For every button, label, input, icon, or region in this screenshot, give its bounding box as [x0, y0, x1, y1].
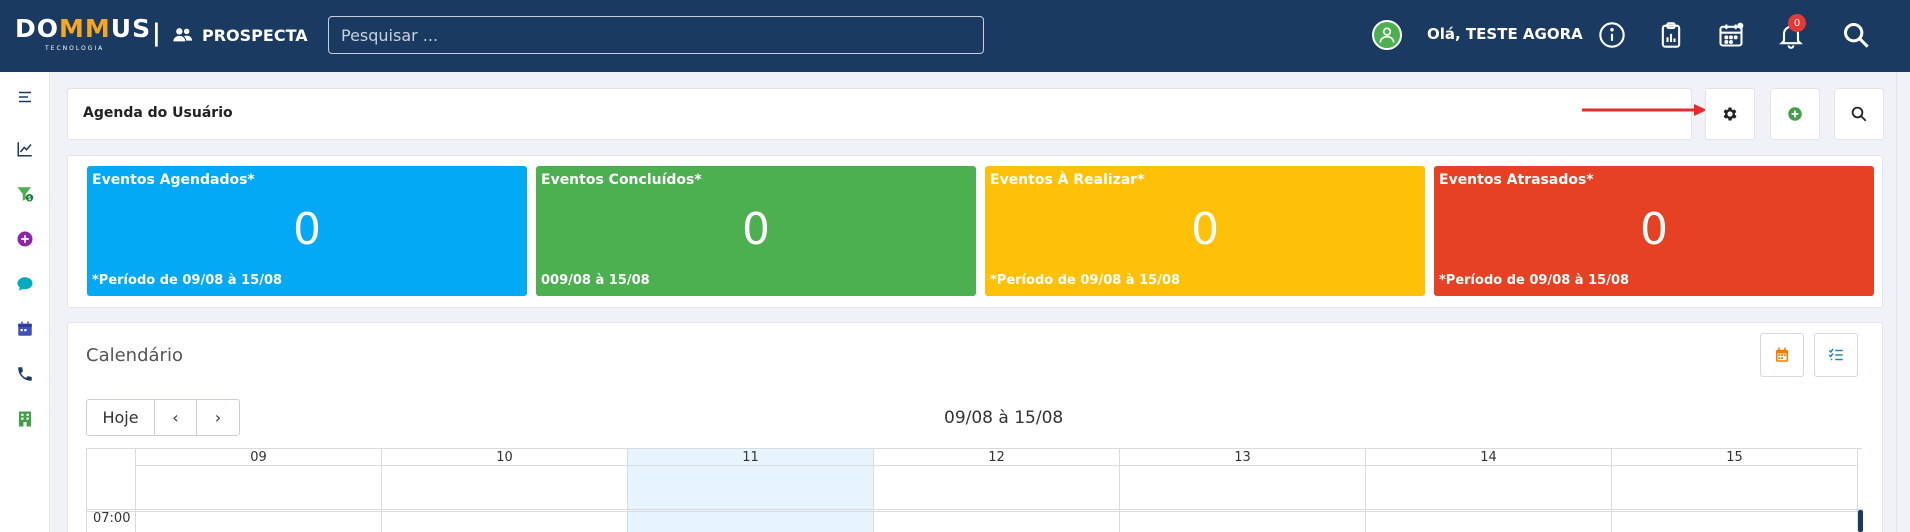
time-label: 07:00 [93, 511, 131, 526]
module-selector[interactable]: PROSPECTA [172, 22, 308, 48]
sidebar: $ [0, 72, 50, 532]
day-column[interactable]: 15 [1612, 449, 1858, 532]
svg-text:$: $ [28, 195, 32, 202]
day-header[interactable]: 15 [1612, 449, 1857, 466]
next-button[interactable]: › [197, 400, 239, 435]
calendar-view-button[interactable] [1760, 333, 1804, 377]
plus-circle-icon[interactable] [14, 228, 36, 250]
page-title: Agenda do Usuário [83, 105, 233, 121]
kpi-title: Eventos Concluídos* [541, 172, 702, 188]
grid-scrollbar[interactable] [1858, 510, 1863, 532]
funnel-dollar-icon[interactable]: $ [14, 183, 36, 205]
logo[interactable]: DOMMUS TECNOLOGIA [15, 14, 150, 54]
calendar-orange-icon [1776, 347, 1788, 362]
kpi-value: 0 [1640, 204, 1668, 255]
kpi-period: 009/08 à 15/08 [541, 273, 650, 288]
kpi-period: *Período de 09/08 à 15/08 [92, 273, 283, 288]
kpi-card-a-realizar[interactable]: Eventos À Realizar* 0 *Período de 09/08 … [985, 166, 1425, 296]
allday-divider [87, 509, 1863, 510]
page-scrollbar[interactable] [1896, 72, 1910, 532]
calendar-title: Calendário [86, 345, 183, 366]
phone-icon[interactable] [14, 363, 36, 385]
clipboard-chart-icon[interactable] [1655, 18, 1687, 52]
day-header[interactable]: 11 [628, 449, 873, 466]
day-header[interactable]: 14 [1366, 449, 1611, 466]
kpi-value: 0 [742, 204, 770, 255]
user-avatar-icon[interactable] [1372, 20, 1402, 50]
kpi-title: Eventos À Realizar* [990, 172, 1145, 188]
kpi-period: *Período de 09/08 à 15/08 [1439, 273, 1630, 288]
day-column[interactable]: 14 [1366, 449, 1612, 532]
kpi-card-atrasados[interactable]: Eventos Atrasados* 0 *Período de 09/08 à… [1434, 166, 1874, 296]
day-column[interactable]: 10 [382, 449, 628, 532]
day-header[interactable]: 13 [1120, 449, 1365, 466]
search-icon[interactable] [1840, 18, 1872, 52]
kpi-value: 0 [293, 204, 321, 255]
calendar-side-icon[interactable] [14, 318, 36, 340]
calendar-icon[interactable] [1715, 18, 1747, 52]
day-column[interactable]: 13 [1120, 449, 1366, 532]
building-icon[interactable] [14, 408, 36, 430]
users-icon [173, 28, 193, 42]
today-button[interactable]: Hoje [87, 400, 155, 435]
search-input[interactable] [328, 16, 984, 54]
logo-separator: | [152, 19, 161, 47]
kpi-value: 0 [1191, 204, 1219, 255]
day-header[interactable]: 09 [136, 449, 381, 466]
notification-badge: 0 [1788, 14, 1806, 32]
kpi-title: Eventos Atrasados* [1439, 172, 1594, 188]
day-column[interactable]: 12 [874, 449, 1120, 532]
calendar-grid: 09 10 11 12 13 14 15 [86, 448, 1863, 532]
kpi-card-agendados[interactable]: Eventos Agendados* 0 *Período de 09/08 à… [87, 166, 527, 296]
menu-icon[interactable] [14, 86, 36, 108]
add-button[interactable] [1770, 88, 1820, 140]
day-column[interactable]: 09 [136, 449, 382, 532]
logo-subtitle: TECNOLOGIA [45, 45, 105, 52]
kpi-title: Eventos Agendados* [92, 172, 255, 188]
annotation-arrow [1582, 104, 1707, 116]
calendar-nav: Hoje ‹ › [86, 399, 240, 436]
chart-line-icon[interactable] [14, 138, 36, 160]
module-name: PROSPECTA [202, 25, 308, 45]
checklist-icon [1828, 348, 1843, 361]
page-header: Agenda do Usuário [67, 88, 1692, 140]
allday-divider [87, 511, 1863, 512]
calendar-range: 09/08 à 15/08 [944, 408, 1064, 428]
day-header[interactable]: 10 [382, 449, 627, 466]
add-icon [1788, 107, 1802, 121]
day-header[interactable]: 12 [874, 449, 1119, 466]
gear-icon [1723, 107, 1737, 121]
kpi-period: *Período de 09/08 à 15/08 [990, 273, 1181, 288]
day-column-today[interactable]: 11 [628, 449, 874, 532]
user-greeting[interactable]: Olá, TESTE AGORA [1427, 25, 1583, 43]
top-header: DOMMUS TECNOLOGIA | PROSPECTA Olá, TESTE… [0, 0, 1910, 72]
search-button[interactable] [1834, 88, 1884, 140]
settings-button[interactable] [1705, 88, 1755, 140]
search-icon [1851, 106, 1867, 122]
list-view-button[interactable] [1814, 333, 1858, 377]
kpi-card-concluidos[interactable]: Eventos Concluídos* 0 009/08 à 15/08 [536, 166, 976, 296]
chat-icon[interactable] [14, 273, 36, 295]
prev-button[interactable]: ‹ [155, 400, 197, 435]
info-icon[interactable] [1596, 18, 1628, 52]
